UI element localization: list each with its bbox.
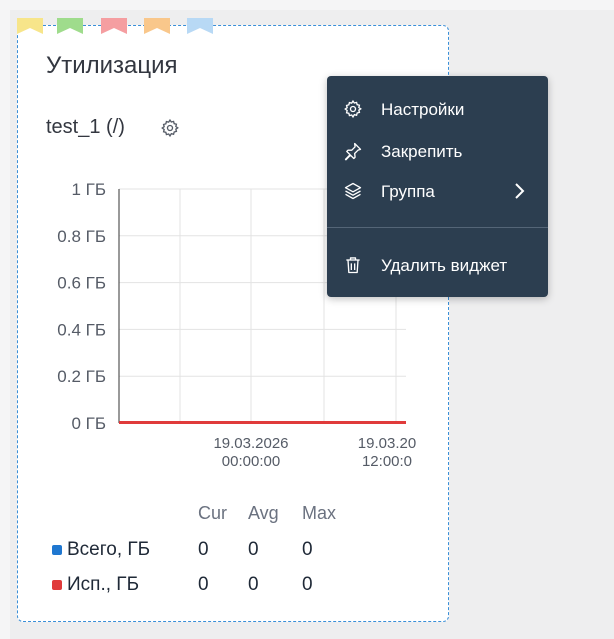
pin-icon [343,141,363,161]
menu-item-label: Удалить виджет [381,256,508,275]
legend-series-name: Всего, ГБ [67,539,151,560]
widget-subtitle: test_1 (/) [46,116,125,138]
legend-series-name: Исп., ГБ [67,574,140,595]
menu-item-settings[interactable]: Настройки [327,92,548,126]
flag-blue [187,18,213,34]
legend-max-value: 0 [302,574,313,595]
legend-color-swatch [52,580,62,590]
legend-avg-value: 0 [248,539,259,560]
chevron-right-icon [512,182,526,200]
menu-divider [327,227,548,228]
menu-item-delete-widget[interactable]: Удалить виджет [327,248,548,282]
flag-red [101,18,127,34]
legend-color-swatch [52,545,62,555]
legend-header-max: Max [302,503,337,523]
legend-header-cur: Cur [198,503,228,523]
layers-icon [343,181,363,201]
gear-icon [343,99,363,119]
legend-cur-value: 0 [198,574,209,595]
legend-row-total[interactable]: Всего, ГБ 0 0 0 [52,537,352,563]
flag-yellow [17,18,43,34]
legend-header-avg: Avg [248,503,279,523]
flag-green [57,18,83,34]
menu-item-label: Закрепить [381,142,463,161]
menu-item-label: Группа [381,182,435,201]
color-flags [17,18,237,38]
widget-title: Утилизация [46,52,178,79]
menu-item-pin[interactable]: Закрепить [327,134,548,168]
trash-icon [343,255,363,275]
gear-icon[interactable] [160,118,180,138]
context-menu: Настройки Закрепить Группа Удалить видже… [327,76,548,297]
menu-item-label: Настройки [381,100,465,119]
legend-cur-value: 0 [198,539,209,560]
legend-max-value: 0 [302,539,313,560]
legend-row-used[interactable]: Исп., ГБ 0 0 0 [52,572,352,598]
flag-orange [144,18,170,34]
legend-avg-value: 0 [248,574,259,595]
menu-item-group[interactable]: Группа [327,174,548,208]
